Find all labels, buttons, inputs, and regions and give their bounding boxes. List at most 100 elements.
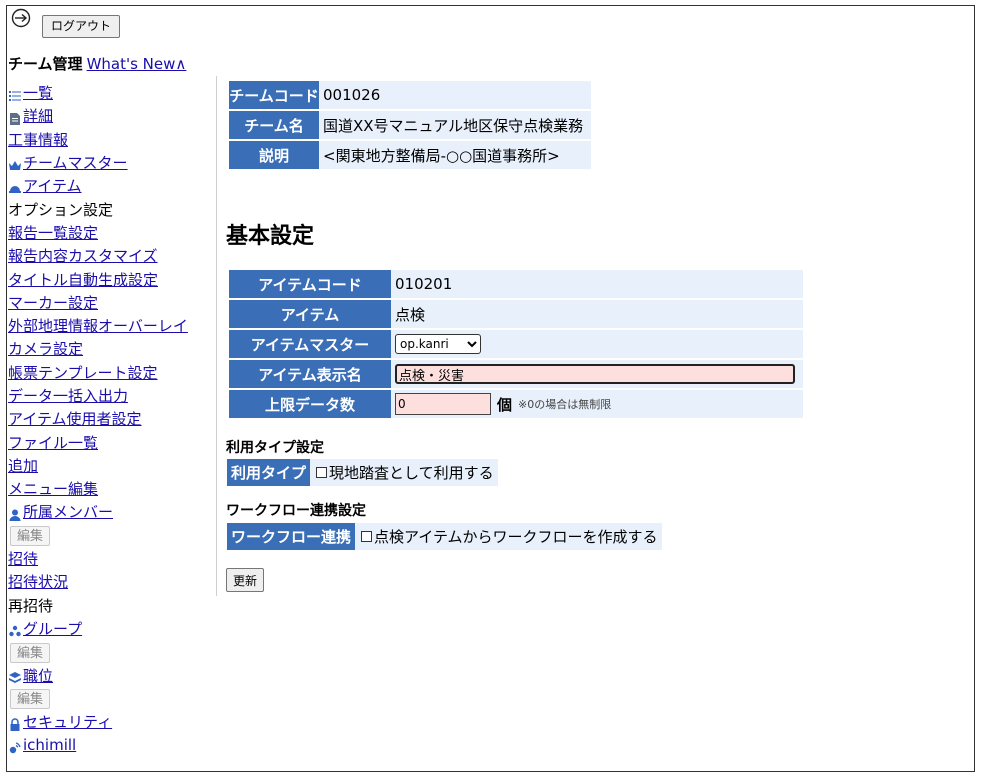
sidebar-item[interactable]: 外部地理情報オーバーレイ xyxy=(8,315,213,338)
sidebar-item-label[interactable]: メニュー編集 xyxy=(8,478,98,501)
sidebar-item[interactable]: マーカー設定 xyxy=(8,292,213,315)
sidebar-divider xyxy=(216,76,217,596)
sidebar-item-label[interactable]: タイトル自動生成設定 xyxy=(8,269,158,292)
team-code-value: 001026 xyxy=(319,81,591,109)
usage-type-checkbox-label: 現地踏査として利用する xyxy=(329,464,494,482)
update-button[interactable]: 更新 xyxy=(226,568,265,592)
sidebar-item-label[interactable]: カメラ設定 xyxy=(8,338,83,361)
workflow-checkbox-label: 点検アイテムからワークフローを作成する xyxy=(374,528,658,546)
basic-settings-table: アイテムコード 010201 アイテム 点検 アイテムマスター op.kanri… xyxy=(227,268,803,420)
item-code-value: 010201 xyxy=(391,270,803,298)
sidebar-item[interactable]: アイテム使用者設定 xyxy=(8,408,213,431)
sidebar-item[interactable]: 職位 xyxy=(8,664,213,687)
sidebar-item-label[interactable]: 外部地理情報オーバーレイ xyxy=(8,315,188,338)
group-icon xyxy=(8,622,22,637)
sidebar-item: 編集 xyxy=(8,688,213,711)
whats-new-link[interactable]: What's New∧ xyxy=(87,55,187,73)
sidebar-item-label[interactable]: データ一括入出力 xyxy=(8,385,128,408)
table-row: 上限データ数 個 ※0の場合は無制限 xyxy=(227,390,803,418)
sidebar-edit-button[interactable]: 編集 xyxy=(10,689,51,710)
team-name-label: チーム名 xyxy=(227,111,319,139)
sidebar-item[interactable]: 所属メンバー xyxy=(8,501,213,524)
sidebar-item[interactable]: ichimill xyxy=(8,734,213,757)
sidebar-item-label[interactable]: 一覧 xyxy=(23,82,53,105)
workflow-label: ワークフロー連携 xyxy=(227,523,356,550)
sidebar-item-label[interactable]: 招待 xyxy=(8,548,38,571)
sidebar-item-label[interactable]: グループ xyxy=(23,618,82,641)
sidebar-item-label[interactable]: 工事情報 xyxy=(8,129,68,152)
sidebar-item[interactable]: チームマスター xyxy=(8,152,213,175)
crown-icon xyxy=(8,157,22,171)
sidebar-item-label[interactable]: ichimill xyxy=(23,734,76,757)
sidebar-item-label[interactable]: マーカー設定 xyxy=(8,292,98,315)
sidebar-item-label[interactable]: チームマスター xyxy=(23,152,128,175)
item-value: 点検 xyxy=(391,300,803,328)
table-row: チームコード 001026 xyxy=(227,81,591,109)
display-name-label: アイテム表示名 xyxy=(227,360,391,388)
item-label: アイテム xyxy=(227,300,391,328)
sidebar-item: 編集 xyxy=(8,525,213,548)
sidebar-item[interactable]: 招待状況 xyxy=(8,571,213,594)
usage-type-checkbox[interactable] xyxy=(316,467,328,478)
sidebar-item[interactable]: 詳細 xyxy=(8,105,213,128)
sidebar-edit-button[interactable]: 編集 xyxy=(10,642,51,663)
logout-button[interactable]: ログアウト xyxy=(42,15,121,38)
sidebar-item[interactable]: データ一括入出力 xyxy=(8,385,213,408)
display-name-input[interactable] xyxy=(395,364,795,384)
sidebar-item[interactable]: グループ xyxy=(8,618,213,641)
limit-input[interactable] xyxy=(395,393,491,415)
sidebar-item[interactable]: 招待 xyxy=(8,548,213,571)
team-code-label: チームコード xyxy=(227,81,319,109)
sidebar-item-label[interactable]: 所属メンバー xyxy=(23,501,113,524)
sidebar-edit-button[interactable]: 編集 xyxy=(10,526,51,547)
sidebar-item[interactable]: 報告一覧設定 xyxy=(8,222,213,245)
sidebar-item-label[interactable]: 詳細 xyxy=(23,105,53,128)
sidebar-item[interactable]: メニュー編集 xyxy=(8,478,213,501)
table-row: アイテム表示名 xyxy=(227,360,803,388)
sidebar-item[interactable]: ファイル一覧 xyxy=(8,431,213,454)
basic-settings-title: 基本設定 xyxy=(226,224,315,249)
sidebar-item-label[interactable]: 招待状況 xyxy=(8,571,68,594)
team-name-value: 国道XX号マニュアル地区保守点検業務 xyxy=(319,111,591,139)
sidebar-item: オプション設定 xyxy=(8,198,213,221)
sidebar-item-label[interactable]: 追加 xyxy=(8,455,38,478)
team-mgmt-title: チーム管理 xyxy=(8,55,83,73)
sidebar-item[interactable]: セキュリティ xyxy=(8,711,213,734)
sidebar-item-label[interactable]: アイテム xyxy=(23,175,82,198)
sidebar-item[interactable]: 報告内容カスタマイズ xyxy=(8,245,213,268)
workflow-checkbox[interactable] xyxy=(361,531,373,542)
sidebar-item-label[interactable]: 職位 xyxy=(23,665,53,688)
sidebar-item[interactable]: 工事情報 xyxy=(8,129,213,152)
sidebar-item[interactable]: 一覧 xyxy=(8,82,213,105)
item-master-cell: op.kanri xyxy=(391,330,803,358)
layers-icon xyxy=(8,669,22,684)
sidebar-item[interactable]: カメラ設定 xyxy=(8,338,213,361)
sidebar-item[interactable]: 帳票テンプレート設定 xyxy=(8,362,213,385)
table-row: 説明 <関東地方整備局-○○国道事務所> xyxy=(227,141,591,169)
person-icon xyxy=(8,506,22,521)
sidebar-item-label[interactable]: 帳票テンプレート設定 xyxy=(8,362,158,385)
usage-type-option[interactable]: 現地踏査として利用する xyxy=(310,459,498,486)
workflow-row: ワークフロー連携 点検アイテムからワークフローを作成する xyxy=(227,523,662,550)
sidebar-item-label[interactable]: ファイル一覧 xyxy=(8,432,98,455)
item-master-select[interactable]: op.kanri xyxy=(395,334,481,354)
lock-icon xyxy=(8,716,22,731)
limit-unit: 個 xyxy=(497,395,513,414)
logout-icon[interactable] xyxy=(11,8,31,28)
sidebar-item[interactable]: アイテム xyxy=(8,175,213,198)
limit-note: ※0の場合は無制限 xyxy=(518,398,612,411)
table-row: アイテムコード 010201 xyxy=(227,270,803,298)
sidebar-item-label[interactable]: 報告一覧設定 xyxy=(8,222,98,245)
sidebar-item[interactable]: 追加 xyxy=(8,455,213,478)
usage-type-section-title: 利用タイプ設定 xyxy=(226,440,324,456)
sidebar: 一覧 詳細 工事情報 チームマスター アイテム オプション設定 報告一覧設定 報告内容カスタマ… xyxy=(8,82,213,758)
sidebar-item-label[interactable]: アイテム使用者設定 xyxy=(8,408,142,431)
item-code-label: アイテムコード xyxy=(227,270,391,298)
sidebar-item-label[interactable]: 報告内容カスタマイズ xyxy=(8,245,158,268)
sidebar-item[interactable]: タイトル自動生成設定 xyxy=(8,268,213,291)
sidebar-item: 編集 xyxy=(8,641,213,664)
sidebar-item-label[interactable]: セキュリティ xyxy=(23,711,112,734)
workflow-option[interactable]: 点検アイテムからワークフローを作成する xyxy=(355,523,662,550)
table-row: アイテムマスター op.kanri xyxy=(227,330,803,358)
display-name-cell xyxy=(391,360,803,388)
